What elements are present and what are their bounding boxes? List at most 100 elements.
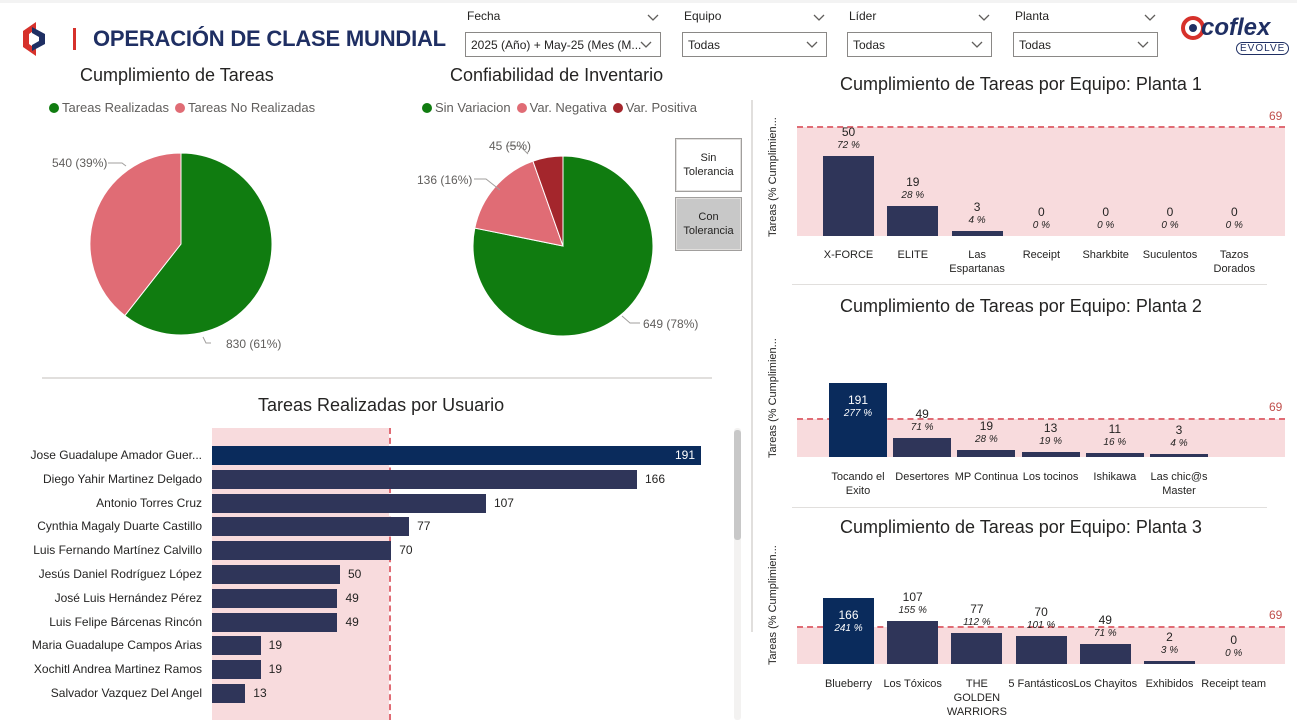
planta3-bar-percent: 71 % [1093, 628, 1117, 640]
planta1-bar-percent: 4 % [968, 215, 986, 227]
planta2-bar[interactable] [1021, 451, 1080, 457]
planta1-bar-value: 0 [1230, 205, 1238, 219]
user-name-label: José Luis Hernández Pérez [54, 590, 202, 605]
user-bar-value: 19 [268, 638, 282, 653]
planta1-bar-value: 3 [973, 200, 981, 215]
pie-leader-line [621, 315, 640, 324]
planta2-category-label: Ishikawa [1093, 471, 1137, 483]
planta3-category-label: Los Chayitos [1073, 678, 1138, 690]
planta1-bar[interactable] [951, 231, 1003, 236]
user-name-label: Luis Felipe Bárcenas Rincón [49, 614, 202, 629]
planta1-category-label: Suculentos [1142, 249, 1198, 261]
user-bar[interactable] [212, 517, 410, 537]
planta3-bar-value: 70 [1034, 605, 1048, 619]
user-bar-value: 13 [253, 686, 267, 700]
planta1-bar-value: 50 [841, 125, 856, 139]
pie-label-var-positiva: 45 (5%) [489, 139, 532, 153]
planta3-reference-label: 69 [1269, 608, 1283, 622]
con-tolerancia-button[interactable]: Con Tolerancia [675, 197, 742, 251]
user-bar-value: 77 [417, 519, 431, 534]
user-bar[interactable] [212, 636, 261, 656]
user-bar[interactable] [212, 660, 261, 680]
planta3-bar[interactable] [1015, 636, 1067, 664]
legend-item-sin-variacion[interactable]: Sin Variacion [422, 100, 511, 115]
user-bar[interactable] [212, 469, 637, 489]
planta2-category-label: Las chic@s Master [1150, 471, 1208, 497]
planta3-bar-percent: 3 % [1160, 645, 1179, 656]
planta-divider-1 [792, 284, 1267, 285]
user-bar[interactable] [212, 612, 338, 632]
pie-leader-line [202, 336, 211, 344]
planta1-category-label: Sharkbite [1082, 249, 1129, 261]
user-name-label: Luis Fernando Martínez Calvillo [33, 543, 202, 558]
usuarios-scrollbar[interactable] [734, 430, 741, 540]
planta3-bar-percent: 155 % [898, 605, 927, 617]
user-bar[interactable] [212, 588, 338, 608]
vertical-divider [751, 100, 753, 632]
planta1-category-label: ELITE [897, 249, 929, 261]
planta3-bar-percent: 101 % [1026, 620, 1056, 631]
planta1-category-label: Tazos Dorados [1213, 249, 1256, 275]
user-bar[interactable] [212, 684, 246, 703]
planta1-category-label: Receipt [1022, 249, 1061, 261]
usuarios-title: Tareas Realizadas por Usuario [258, 395, 505, 415]
user-bar[interactable] [212, 493, 486, 513]
planta1-bar[interactable] [887, 205, 939, 236]
planta1-bar-value: 19 [906, 174, 920, 189]
planta2-bar-percent: 16 % [1103, 436, 1127, 448]
planta3-bar-value: 49 [1098, 613, 1112, 628]
planta2-title: Cumplimiento de Tareas por Equipo: Plant… [840, 296, 1202, 316]
pie-label-var-negativa: 136 (16%) [417, 173, 473, 187]
planta1-category-label: Las Espartanas [949, 249, 1005, 275]
planta3-bar-percent: 0 % [1225, 648, 1243, 659]
user-bar-value: 50 [348, 567, 362, 581]
planta2-bar[interactable] [957, 449, 1016, 457]
planta1-bar[interactable] [823, 156, 874, 236]
planta2-bar-percent: 4 % [1170, 438, 1188, 449]
planta3-y-axis-title: Tareas (% Cumplimien... [767, 545, 779, 665]
planta1-bar-value: 0 [1102, 205, 1110, 219]
planta3-bar[interactable] [1079, 644, 1131, 664]
user-name-label: Maria Guadalupe Campos Arias [31, 638, 202, 653]
user-name-label: Xochitl Andrea Martinez Ramos [33, 662, 202, 677]
planta3-bar[interactable] [887, 621, 939, 664]
planta1-bar-value: 0 [1038, 205, 1045, 219]
planta3-bar[interactable] [1144, 661, 1195, 664]
planta2-category-label: Los tocinos [1022, 471, 1079, 483]
user-bar[interactable] [212, 541, 392, 561]
planta3-bar-value: 2 [1166, 630, 1173, 644]
user-bar-value: 191 [674, 448, 695, 462]
planta2-bar-value: 13 [1043, 420, 1058, 435]
planta3-bar[interactable] [951, 633, 1003, 664]
planta3-category-label: Los Tóxicos [883, 678, 942, 690]
planta2-bar-value: 19 [979, 418, 994, 433]
planta2-bar-percent: 71 % [910, 421, 934, 433]
user-bar-value: 19 [268, 662, 282, 677]
legend-item-var-positiva[interactable]: Var. Positiva [612, 100, 697, 115]
planta2-bar-value: 11 [1108, 421, 1122, 436]
sin-tolerancia-button[interactable]: Sin Tolerancia [675, 138, 742, 192]
legend-item-var-negativa[interactable]: Var. Negativa [516, 100, 607, 115]
planta2-category-label: MP Continua [954, 471, 1019, 483]
horizontal-divider [42, 377, 712, 379]
pie-label-realizadas: 830 (61%) [226, 337, 282, 351]
user-name-label: Diego Yahir Martinez Delgado [43, 471, 202, 486]
planta2-bar[interactable] [893, 437, 952, 457]
pie-leader-line [108, 162, 127, 167]
planta1-bar-percent: 28 % [901, 189, 925, 201]
planta2-reference-label: 69 [1269, 400, 1283, 414]
user-bar[interactable] [212, 446, 701, 465]
planta1-reference-label: 69 [1269, 109, 1283, 123]
planta3-bar-percent: 112 % [963, 617, 991, 629]
planta2-bar[interactable] [1150, 454, 1208, 457]
user-bar-value: 107 [493, 495, 514, 510]
planta2-bar-percent: 28 % [974, 433, 998, 445]
planta2-bar-percent: 277 % [843, 407, 873, 419]
planta2-bar-percent: 19 % [1039, 435, 1062, 447]
planta1-bar-percent: 72 % [837, 140, 860, 151]
planta2-bar[interactable] [1085, 452, 1144, 457]
planta1-bar-percent: 0 % [1097, 220, 1115, 231]
planta3-category-label: THE GOLDEN WARRIORS [946, 678, 1007, 718]
user-bar[interactable] [212, 565, 340, 584]
planta3-category-label: Receipt team [1201, 678, 1267, 690]
